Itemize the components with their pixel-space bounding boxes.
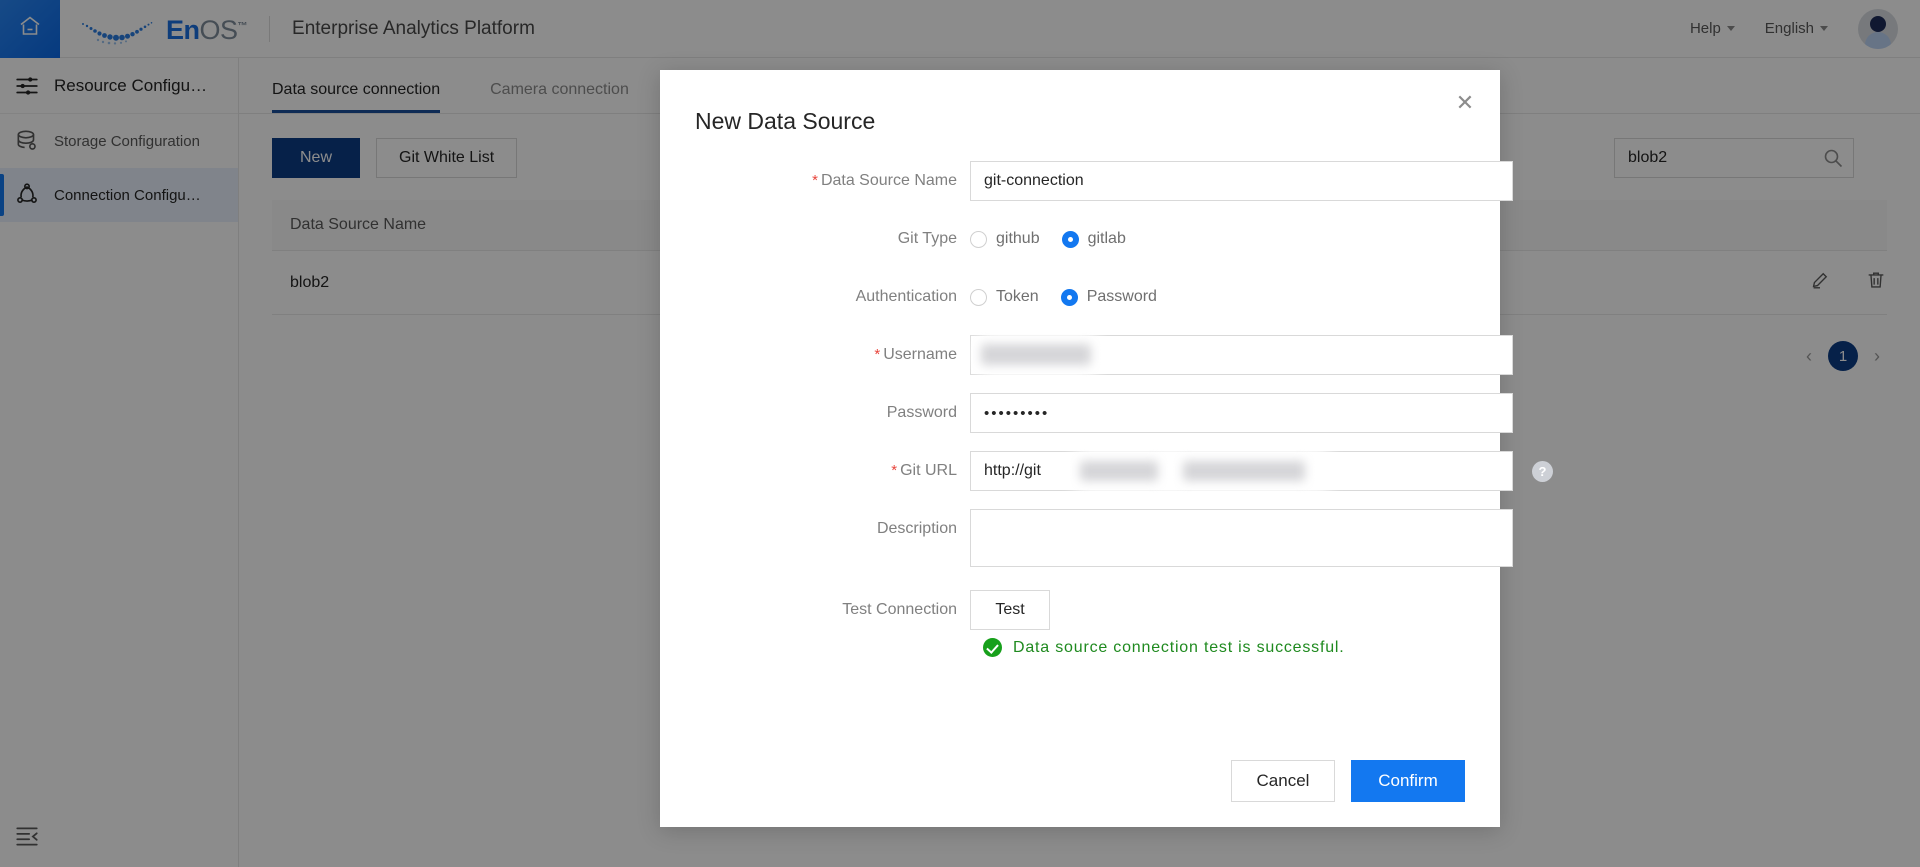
label-text: Username <box>883 346 957 363</box>
radio-label: gitlab <box>1087 230 1126 247</box>
authentication-radio-group: Token Password <box>970 277 1500 317</box>
label-text: Git Type <box>897 230 957 247</box>
label-text: Password <box>886 404 957 421</box>
required-marker: * <box>891 462 898 479</box>
field-git-type: Git Type github gitlab <box>660 219 1500 259</box>
data-source-name-input[interactable] <box>970 161 1513 201</box>
radio-label: Token <box>996 288 1039 305</box>
radio-authentication-password[interactable]: Password <box>1060 288 1157 306</box>
radio-git-type-gitlab[interactable]: gitlab <box>1061 230 1126 248</box>
label-text: Git URL <box>900 462 957 479</box>
label-description: Description <box>660 509 970 549</box>
field-description: Description <box>660 509 1513 572</box>
label-data-source-name: * Data Source Name <box>660 161 970 201</box>
radio-label: github <box>996 230 1040 247</box>
radio-circle-icon <box>970 288 987 306</box>
label-text: Test Connection <box>842 601 957 618</box>
label-test-connection: Test Connection <box>660 590 970 630</box>
field-authentication: Authentication Token Password <box>660 277 1500 317</box>
label-password: Password <box>660 393 970 433</box>
cancel-button[interactable]: Cancel <box>1231 760 1335 802</box>
connection-test-status: Data source connection test is successfu… <box>970 638 1500 657</box>
radio-git-type-github[interactable]: github <box>970 230 1040 248</box>
description-textarea[interactable] <box>970 509 1513 567</box>
password-input[interactable] <box>970 393 1513 433</box>
field-data-source-name: * Data Source Name <box>660 161 1513 201</box>
git-type-radio-group: github gitlab <box>970 219 1500 259</box>
label-authentication: Authentication <box>660 277 970 317</box>
field-git-url: * Git URL http://git _docs ? <box>660 447 1553 495</box>
new-data-source-dialog: ✕ New Data Source * Data Source Name Git … <box>660 70 1553 827</box>
field-test-connection: Test Connection Test <box>660 590 1500 630</box>
new-data-source-form: *Data Source Name Git Type github <box>660 135 1553 657</box>
required-marker: * <box>812 172 818 189</box>
field-username: * Username <box>660 331 1513 379</box>
confirm-button[interactable]: Confirm <box>1351 760 1465 802</box>
label-username: * Username <box>660 335 970 375</box>
label-text: Authentication <box>855 288 957 305</box>
question-mark-icon[interactable]: ? <box>1532 461 1553 482</box>
success-check-icon <box>983 638 1002 657</box>
username-input[interactable] <box>970 335 1513 375</box>
application-window: EnOS™ Enterprise Analytics Platform Help… <box>0 0 1920 867</box>
label-git-url: * Git URL <box>660 451 970 491</box>
close-icon[interactable]: ✕ <box>1452 90 1478 116</box>
required-marker: * <box>874 346 881 363</box>
label-git-type: Git Type <box>660 219 970 259</box>
git-url-suffix: _docs <box>1270 462 1314 479</box>
radio-authentication-token[interactable]: Token <box>970 288 1039 306</box>
git-url-input[interactable]: http://git _docs <box>970 451 1513 491</box>
dialog-title: New Data Source <box>695 108 876 134</box>
label-text: Description <box>876 520 957 537</box>
label-text: Data Source Name <box>820 172 957 189</box>
field-password: Password <box>660 393 1513 433</box>
dialog-footer: Cancel Confirm <box>660 735 1500 827</box>
radio-label: Password <box>1086 288 1157 305</box>
git-url-prefix: http://git <box>984 462 1041 479</box>
status-message: Data source connection test is successfu… <box>1013 638 1345 656</box>
radio-circle-selected-icon <box>1060 288 1078 306</box>
radio-circle-icon <box>970 230 987 248</box>
radio-circle-selected-icon <box>1061 230 1079 248</box>
test-connection-button[interactable]: Test <box>970 590 1050 630</box>
